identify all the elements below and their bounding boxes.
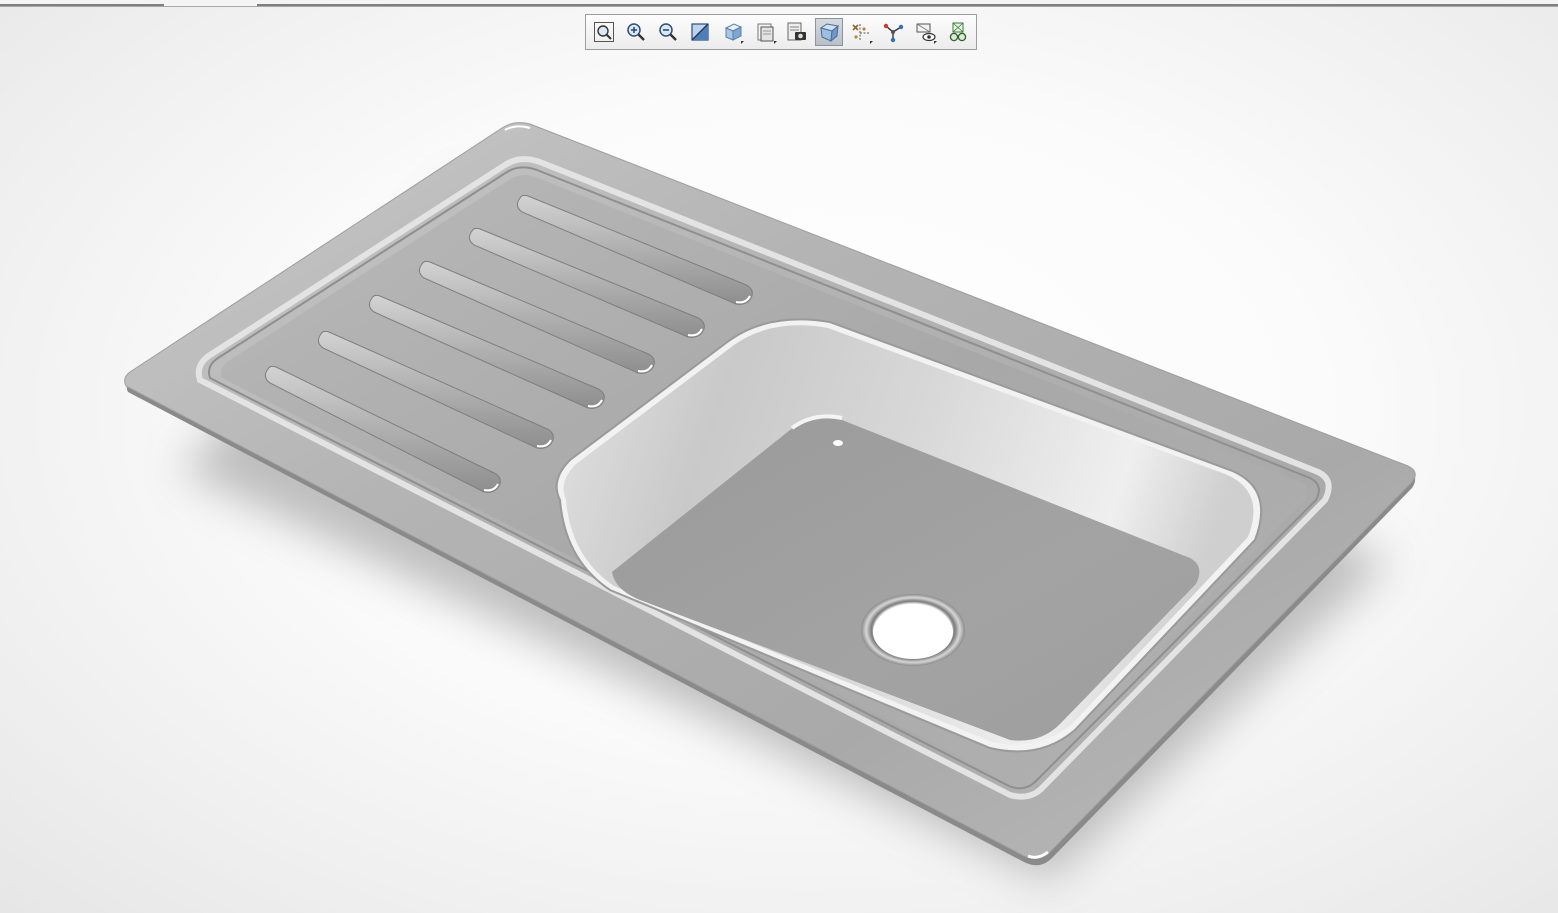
zoom-in-icon [627, 23, 645, 41]
zoom-in-button[interactable] [622, 18, 650, 46]
zoom-out-button[interactable] [654, 18, 682, 46]
display-style-icon [757, 23, 774, 42]
display-style-button[interactable] [751, 18, 779, 46]
flyout-arrow-icon [870, 41, 874, 44]
flyout-arrow-icon [773, 41, 777, 44]
document-tab-strip [0, 0, 1558, 7]
graphics-viewport[interactable] [0, 7, 1558, 913]
hide-show-button[interactable] [912, 18, 940, 46]
glasses-3d-button[interactable] [944, 18, 972, 46]
hide-show-eye-icon [916, 23, 936, 42]
document-tab-right[interactable] [257, 0, 1558, 6]
sink-model[interactable] [0, 7, 1558, 913]
drain-opening [873, 605, 953, 659]
section-view-button[interactable] [687, 18, 715, 46]
glasses-3d-icon [949, 22, 966, 42]
model-tree-button[interactable] [880, 18, 908, 46]
flyout-arrow-icon [741, 41, 745, 44]
flyout-arrow-icon [934, 41, 938, 44]
explode-button[interactable] [847, 18, 875, 46]
overflow-hole [833, 440, 843, 446]
document-tab-left[interactable] [0, 0, 164, 6]
view-toolbar [585, 14, 977, 50]
perspective-box-icon [819, 23, 840, 43]
snapshot-camera-icon [787, 22, 806, 41]
zoom-out-icon [659, 23, 678, 41]
view-cube-icon [724, 23, 742, 41]
perspective-button[interactable] [815, 18, 843, 46]
zoom-fit-icon [593, 22, 614, 42]
model-tree-icon [884, 23, 904, 43]
view-orientation-button[interactable] [719, 18, 747, 46]
snapshot-button[interactable] [783, 18, 811, 46]
zoom-to-fit-button[interactable] [590, 18, 618, 46]
section-view-icon [691, 23, 709, 41]
explode-lines-icon [852, 24, 870, 40]
